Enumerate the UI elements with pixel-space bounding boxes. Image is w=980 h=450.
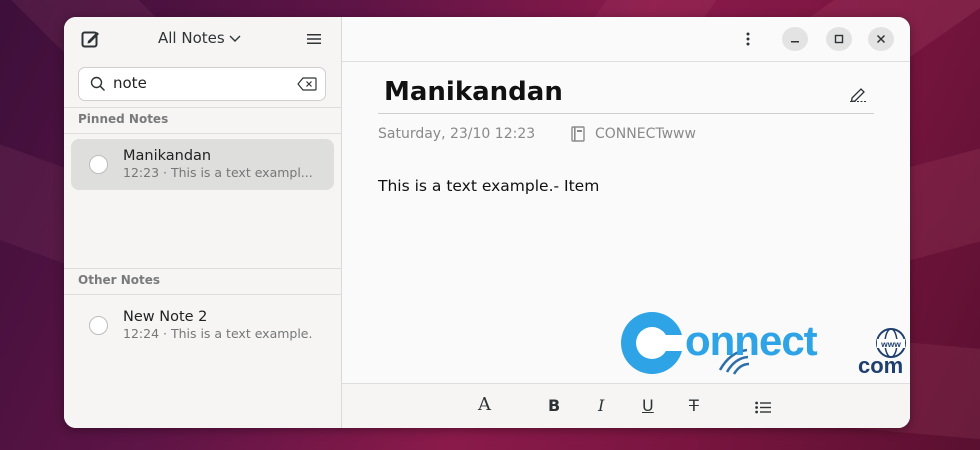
bold-label: B: [548, 396, 561, 415]
more-options-button[interactable]: [738, 29, 758, 49]
vertical-dots-icon: [746, 32, 750, 46]
font-style-label: A: [478, 394, 491, 415]
note-item-title: New Note 2: [123, 309, 208, 325]
chevron-down-icon: [229, 35, 241, 42]
notebook-icon: [571, 126, 585, 142]
notes-filter-label: All Notes: [158, 29, 225, 47]
editor-header: [342, 17, 910, 62]
italic-button[interactable]: I: [598, 396, 604, 415]
hamburger-menu-button[interactable]: [304, 29, 324, 49]
notes-filter-dropdown[interactable]: All Notes: [158, 29, 242, 47]
svg-text:onnect: onnect: [685, 317, 818, 364]
maximize-icon: [834, 34, 844, 44]
close-button[interactable]: [868, 27, 894, 51]
underline-button[interactable]: U: [642, 396, 654, 415]
underline-label: U: [642, 396, 654, 415]
note-select-radio[interactable]: [89, 155, 108, 174]
divider: [64, 294, 341, 295]
note-item-new-note-2[interactable]: New Note 2 12:24 · This is a text exampl…: [71, 300, 334, 351]
title-underline: [378, 113, 874, 114]
bullet-list-icon: [755, 401, 771, 413]
svg-text:www: www: [880, 339, 901, 349]
note-item-subtitle: 12:24 · This is a text example.: [123, 326, 313, 341]
divider: [64, 268, 341, 269]
strikethrough-button[interactable]: T: [689, 396, 699, 415]
note-item-manikandan[interactable]: Manikandan 12:23 · This is a text exampl…: [71, 139, 334, 190]
backspace-clear-icon[interactable]: [297, 77, 317, 91]
new-note-icon: [81, 31, 99, 48]
divider: [64, 133, 341, 134]
note-item-title: Manikandan: [123, 148, 212, 164]
note-body-text[interactable]: This is a text example.- Item: [378, 177, 599, 195]
note-title-field[interactable]: Manikandan: [384, 77, 563, 107]
notebook-selector[interactable]: CONNECTwww: [595, 126, 696, 142]
strikethrough-label: T: [689, 396, 699, 415]
search-box: [78, 67, 326, 101]
pinned-notes-heading: Pinned Notes: [78, 112, 169, 126]
sidebar: All Notes note Pinned Notes Manikandan 1…: [64, 17, 342, 428]
divider: [64, 107, 341, 108]
search-input[interactable]: [113, 73, 283, 93]
minimize-icon: [791, 41, 799, 43]
pencil-icon: [850, 88, 866, 102]
formatting-toolbar: A B I U T: [342, 383, 910, 428]
other-notes-heading: Other Notes: [78, 273, 161, 287]
bold-button[interactable]: B: [548, 396, 560, 415]
note-select-radio[interactable]: [89, 316, 108, 335]
connect-watermark-logo: onnect com www: [621, 312, 906, 378]
sidebar-header: All Notes: [64, 17, 341, 61]
minimize-button[interactable]: [782, 27, 808, 51]
note-date: Saturday, 23/10 12:23: [378, 126, 536, 142]
search-icon: [90, 76, 106, 92]
maximize-button[interactable]: [826, 27, 852, 51]
bullet-list-button[interactable]: [754, 399, 772, 415]
hamburger-menu-icon: [307, 34, 321, 44]
new-note-button[interactable]: [80, 29, 102, 49]
close-icon: [876, 34, 886, 44]
italic-label: I: [598, 396, 605, 415]
font-style-button[interactable]: A: [478, 394, 491, 415]
note-item-subtitle: 12:23 · This is a text exampl...: [123, 165, 313, 180]
edit-title-button[interactable]: [848, 85, 868, 103]
